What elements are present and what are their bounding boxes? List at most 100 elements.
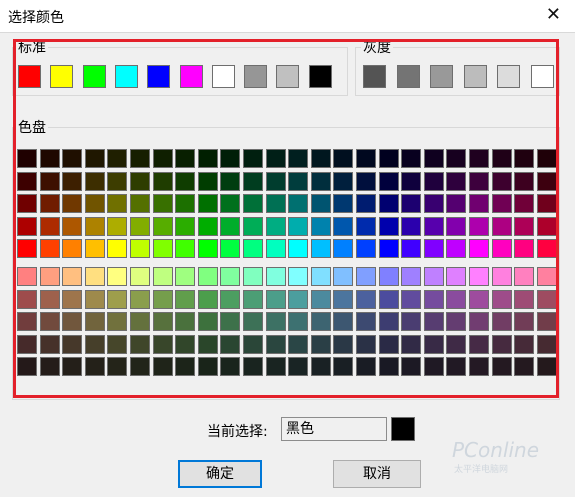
palette-swatch[interactable] <box>197 149 218 168</box>
palette-swatch[interactable] <box>197 171 218 191</box>
palette-swatch[interactable] <box>220 216 241 236</box>
palette-swatch[interactable] <box>17 171 37 191</box>
palette-swatch[interactable] <box>39 267 60 286</box>
gray-swatch[interactable] <box>497 65 521 88</box>
palette-swatch[interactable] <box>107 149 128 168</box>
cancel-button[interactable]: 取消 <box>333 460 421 488</box>
palette-swatch[interactable] <box>356 216 376 236</box>
palette-swatch[interactable] <box>265 149 286 168</box>
standard-swatch[interactable] <box>244 65 268 88</box>
palette-swatch[interactable] <box>288 289 309 309</box>
palette-swatch[interactable] <box>265 171 286 191</box>
gray-swatch[interactable] <box>430 65 454 88</box>
palette-swatch[interactable] <box>265 312 286 332</box>
palette-swatch[interactable] <box>220 334 241 354</box>
palette-swatch[interactable] <box>514 312 535 332</box>
palette-swatch[interactable] <box>84 171 105 191</box>
palette-swatch[interactable] <box>265 194 286 214</box>
palette-swatch[interactable] <box>333 239 354 259</box>
palette-swatch[interactable] <box>243 216 263 236</box>
palette-swatch[interactable] <box>401 334 422 354</box>
palette-swatch[interactable] <box>310 171 331 191</box>
palette-swatch[interactable] <box>288 267 309 286</box>
palette-swatch[interactable] <box>288 312 309 332</box>
palette-swatch[interactable] <box>175 239 196 259</box>
palette-swatch[interactable] <box>423 171 444 191</box>
palette-swatch[interactable] <box>356 289 376 309</box>
gray-swatch[interactable] <box>396 65 420 88</box>
palette-swatch[interactable] <box>62 357 83 377</box>
palette-swatch[interactable] <box>197 357 218 377</box>
palette-swatch[interactable] <box>130 267 150 286</box>
palette-swatch[interactable] <box>197 289 218 309</box>
palette-swatch[interactable] <box>265 289 286 309</box>
palette-swatch[interactable] <box>17 334 37 354</box>
palette-swatch[interactable] <box>536 149 557 168</box>
palette-swatch[interactable] <box>175 171 196 191</box>
palette-swatch[interactable] <box>243 357 263 377</box>
palette-swatch[interactable] <box>401 357 422 377</box>
palette-swatch[interactable] <box>446 312 467 332</box>
standard-swatch[interactable] <box>18 65 41 88</box>
palette-swatch[interactable] <box>107 334 128 354</box>
palette-swatch[interactable] <box>310 312 331 332</box>
palette-swatch[interactable] <box>17 357 37 377</box>
palette-swatch[interactable] <box>356 312 376 332</box>
palette-swatch[interactable] <box>265 239 286 259</box>
palette-swatch[interactable] <box>333 171 354 191</box>
palette-swatch[interactable] <box>536 171 557 191</box>
palette-swatch[interactable] <box>39 194 60 214</box>
palette-swatch[interactable] <box>378 194 399 214</box>
palette-swatch[interactable] <box>62 334 83 354</box>
palette-swatch[interactable] <box>152 194 173 214</box>
palette-swatch[interactable] <box>175 357 196 377</box>
ok-button[interactable]: 确定 <box>178 460 262 488</box>
palette-swatch[interactable] <box>469 239 489 259</box>
palette-swatch[interactable] <box>401 216 422 236</box>
palette-swatch[interactable] <box>333 289 354 309</box>
palette-swatch[interactable] <box>310 149 331 168</box>
palette-swatch[interactable] <box>491 312 512 332</box>
palette-swatch[interactable] <box>491 194 512 214</box>
palette-swatch[interactable] <box>130 216 150 236</box>
palette-swatch[interactable] <box>288 239 309 259</box>
palette-swatch[interactable] <box>220 194 241 214</box>
palette-swatch[interactable] <box>333 149 354 168</box>
palette-swatch[interactable] <box>356 357 376 377</box>
palette-swatch[interactable] <box>401 239 422 259</box>
palette-swatch[interactable] <box>469 149 489 168</box>
palette-swatch[interactable] <box>107 171 128 191</box>
palette-swatch[interactable] <box>130 312 150 332</box>
palette-swatch[interactable] <box>39 216 60 236</box>
palette-swatch[interactable] <box>152 312 173 332</box>
palette-swatch[interactable] <box>17 194 37 214</box>
palette-swatch[interactable] <box>175 289 196 309</box>
palette-swatch[interactable] <box>446 194 467 214</box>
palette-swatch[interactable] <box>107 312 128 332</box>
palette-swatch[interactable] <box>175 194 196 214</box>
palette-swatch[interactable] <box>423 289 444 309</box>
palette-swatch[interactable] <box>84 149 105 168</box>
palette-swatch[interactable] <box>423 149 444 168</box>
palette-swatch[interactable] <box>39 312 60 332</box>
palette-swatch[interactable] <box>333 194 354 214</box>
palette-swatch[interactable] <box>536 334 557 354</box>
palette-swatch[interactable] <box>491 267 512 286</box>
palette-swatch[interactable] <box>17 239 37 259</box>
palette-swatch[interactable] <box>84 239 105 259</box>
palette-swatch[interactable] <box>401 267 422 286</box>
palette-swatch[interactable] <box>378 312 399 332</box>
palette-swatch[interactable] <box>39 149 60 168</box>
palette-swatch[interactable] <box>333 267 354 286</box>
palette-swatch[interactable] <box>536 267 557 286</box>
palette-swatch[interactable] <box>378 267 399 286</box>
close-icon[interactable]: ✕ <box>546 5 561 25</box>
palette-swatch[interactable] <box>310 334 331 354</box>
palette-swatch[interactable] <box>401 312 422 332</box>
palette-swatch[interactable] <box>107 239 128 259</box>
palette-swatch[interactable] <box>62 194 83 214</box>
palette-swatch[interactable] <box>288 171 309 191</box>
palette-swatch[interactable] <box>62 149 83 168</box>
palette-swatch[interactable] <box>310 216 331 236</box>
gray-swatch[interactable] <box>463 65 487 88</box>
